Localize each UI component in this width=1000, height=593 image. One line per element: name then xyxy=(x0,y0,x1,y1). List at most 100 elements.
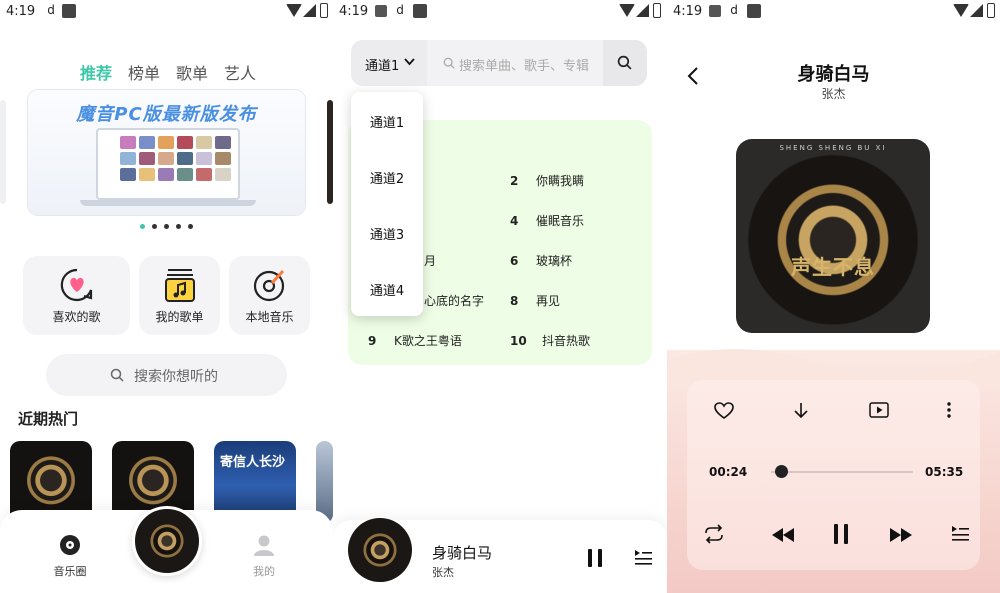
heart-chat-icon xyxy=(60,268,92,302)
wifi-icon xyxy=(619,4,635,17)
song-artist: 张杰 xyxy=(821,87,846,101)
hot-item-9[interactable]: 9 K歌之王粤语 xyxy=(368,332,462,349)
my-playlist-label: 我的歌单 xyxy=(155,310,204,324)
nav-profile[interactable]: 我的 xyxy=(234,534,294,579)
notification-icon: d xyxy=(47,3,55,17)
status-time: 4:19 xyxy=(339,4,369,19)
hot-item-7[interactable]: 心底的名字 xyxy=(424,292,484,309)
battery-icon xyxy=(653,3,661,18)
hot-item-6[interactable]: 6 玻璃杯 xyxy=(510,252,572,269)
pause-icon[interactable] xyxy=(587,548,603,568)
signal-icon xyxy=(636,4,649,17)
tab-artists[interactable]: 艺人 xyxy=(224,60,256,84)
hot-item-8[interactable]: 8 再见 xyxy=(510,292,560,309)
local-music-label: 本地音乐 xyxy=(245,310,294,324)
search-screen: 4:19 d 通道1 搜索单曲、歌手、专辑 2 你瞒我瞒 4 催眠音乐 月 6 … xyxy=(333,0,667,593)
repeat-icon[interactable] xyxy=(703,524,725,544)
search-bar[interactable]: 搜索你想听的 xyxy=(46,354,287,396)
banner-pagination xyxy=(140,224,193,229)
heart-icon[interactable] xyxy=(714,402,734,420)
player-screen: 4:19 d 身骑白马 张杰 SHENG SHENG BU XI 声生不息 00… xyxy=(667,0,1000,593)
channel-option-2[interactable]: 通道2 xyxy=(351,168,423,187)
previous-icon[interactable] xyxy=(771,527,795,543)
now-playing-disc[interactable] xyxy=(132,506,202,576)
section-title: 近期热门 xyxy=(18,410,79,428)
wifi-icon xyxy=(953,4,969,17)
status-bar: 4:19 d xyxy=(0,0,333,24)
promo-banner[interactable]: 魔音PC版最新版发布 xyxy=(28,90,305,215)
hot-item-10[interactable]: 10 抖音热歌 xyxy=(510,332,590,349)
nav-music-circle[interactable]: 音乐圈 xyxy=(40,534,100,579)
mini-player-title: 身骑白马 xyxy=(432,544,493,562)
playlist-icon xyxy=(164,269,195,302)
progress-track[interactable] xyxy=(771,471,913,473)
app-notification-icon xyxy=(62,4,76,18)
mini-player-disc[interactable] xyxy=(348,518,412,582)
nav-profile-label: 我的 xyxy=(253,565,275,578)
home-screen: 4:19 d 推荐 榜单 歌单 艺人 魔音PC版最新版发布 喜欢的歌 我的歌单 … xyxy=(0,0,333,593)
search-go-icon xyxy=(617,55,632,70)
search-icon xyxy=(110,368,124,382)
tab-charts[interactable]: 榜单 xyxy=(128,60,160,84)
queue-icon[interactable] xyxy=(634,548,652,566)
nav-music-circle-label: 音乐圈 xyxy=(53,565,87,578)
download-icon[interactable] xyxy=(793,402,809,420)
elapsed-time: 00:24 xyxy=(709,465,748,479)
tab-recommend[interactable]: 推荐 xyxy=(80,60,112,84)
progress-knob[interactable] xyxy=(774,465,788,478)
total-time: 05:35 xyxy=(925,465,964,479)
more-icon[interactable] xyxy=(946,401,952,419)
hot-item-5[interactable]: 月 xyxy=(424,252,436,269)
status-time: 4:19 xyxy=(673,4,703,19)
search-input[interactable]: 搜索单曲、歌手、专辑 xyxy=(459,55,589,74)
tab-playlists[interactable]: 歌单 xyxy=(176,60,208,84)
laptop-base xyxy=(80,200,256,206)
signal-icon xyxy=(303,4,316,17)
favorites-shortcut[interactable]: 喜欢的歌 xyxy=(23,256,130,335)
song-title: 身骑白马 xyxy=(797,64,870,85)
album-title: 声生不息 xyxy=(791,255,875,279)
image-notification-icon xyxy=(709,5,721,17)
hot-item-4[interactable]: 4 催眠音乐 xyxy=(510,212,584,229)
mv-icon[interactable] xyxy=(869,402,889,418)
channel-dropdown: 通道1 通道2 通道3 通道4 xyxy=(351,92,423,316)
my-playlist-shortcut[interactable]: 我的歌单 xyxy=(139,256,220,335)
channel-select[interactable]: 通道1 xyxy=(351,40,427,86)
favorites-label: 喜欢的歌 xyxy=(52,310,101,324)
wifi-icon xyxy=(286,4,302,17)
image-notification-icon xyxy=(375,5,387,17)
chevron-down-icon xyxy=(404,58,415,66)
laptop-illustration xyxy=(96,128,240,200)
banner-prev-peek[interactable] xyxy=(0,100,6,204)
notification-icon: d xyxy=(396,3,404,17)
search-bar: 通道1 搜索单曲、歌手、专辑 xyxy=(351,40,647,86)
album-top-text: SHENG SHENG BU XI xyxy=(779,144,887,152)
playlist-queue-icon[interactable] xyxy=(951,524,969,542)
battery-icon xyxy=(987,3,995,18)
cover-3-title: 寄信人长沙 xyxy=(220,455,286,470)
channel-option-4[interactable]: 通道4 xyxy=(351,280,423,299)
status-time: 4:19 xyxy=(6,4,36,19)
channel-option-1[interactable]: 通道1 xyxy=(351,112,423,131)
status-bar: 4:19 d xyxy=(333,0,667,24)
next-icon[interactable] xyxy=(889,527,913,543)
app-notification-icon xyxy=(747,4,761,18)
disc-icon xyxy=(60,535,80,555)
search-icon xyxy=(443,57,455,69)
notification-icon: d xyxy=(730,3,738,17)
banner-title: 魔音PC版最新版发布 xyxy=(76,104,257,125)
mini-player-artist: 张杰 xyxy=(432,566,454,579)
vinyl-icon xyxy=(253,269,284,302)
local-music-shortcut[interactable]: 本地音乐 xyxy=(229,256,310,335)
channel-selected: 通道1 xyxy=(365,59,400,74)
app-notification-icon xyxy=(413,4,427,18)
pause-icon[interactable] xyxy=(833,523,849,545)
search-button[interactable] xyxy=(603,40,647,86)
album-art: SHENG SHENG BU XI 声生不息 xyxy=(736,139,930,333)
battery-icon xyxy=(320,3,328,18)
channel-option-3[interactable]: 通道3 xyxy=(351,224,423,243)
hot-item-2[interactable]: 2 你瞒我瞒 xyxy=(510,172,584,189)
search-placeholder: 搜索你想听的 xyxy=(134,369,218,385)
user-icon xyxy=(254,535,274,556)
signal-icon xyxy=(970,4,983,17)
